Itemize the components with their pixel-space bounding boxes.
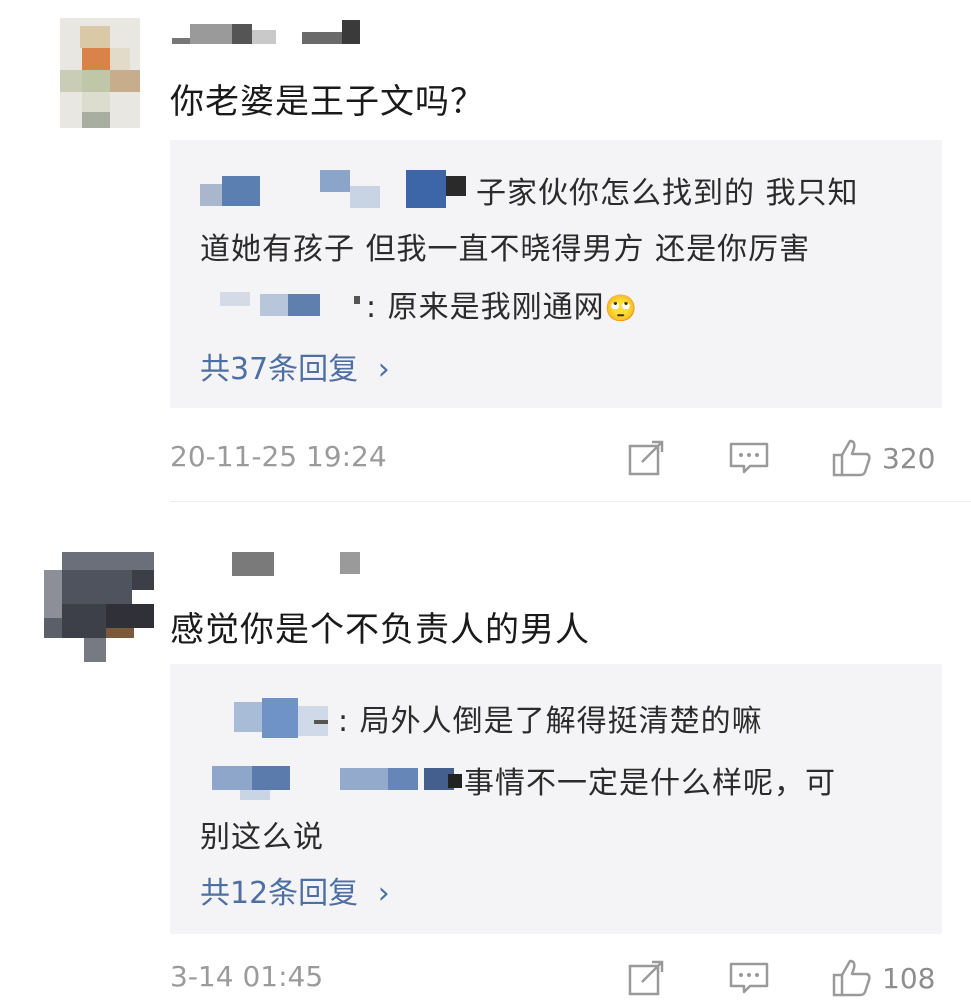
reply-username-blurred[interactable] xyxy=(220,286,370,316)
like-button[interactable]: 108 xyxy=(830,956,935,1000)
reply-count-label: 共37条回复 xyxy=(200,352,359,387)
comment-actions: 3-14 01:45 108 xyxy=(170,956,942,1000)
reply-text: : 原来是我刚通网🙄 xyxy=(366,290,639,325)
share-button[interactable] xyxy=(626,436,666,480)
share-icon xyxy=(628,960,664,996)
comment-icon xyxy=(729,442,769,474)
like-count: 108 xyxy=(882,961,936,995)
reply-username-blurred[interactable] xyxy=(212,760,464,800)
chevron-right-icon: › xyxy=(377,876,390,911)
like-count: 320 xyxy=(882,441,936,475)
username-blurred[interactable] xyxy=(232,550,372,576)
chevron-right-icon: › xyxy=(377,352,390,387)
reply-preview-box[interactable]: : 局外人倒是了解得挺清楚的嘛 事情不一定是什么样呢，可 别这么说 共12条回复… xyxy=(170,664,942,934)
reply-text: 事情不一定是什么样呢，可 xyxy=(464,766,836,801)
comment-button[interactable] xyxy=(728,436,770,480)
comment-icon xyxy=(729,962,769,994)
reply-text-continued: 别这么说 xyxy=(200,820,324,855)
reply-text: 子家伙你怎么找到的 我只知 xyxy=(476,176,859,211)
reply-username-blurred[interactable] xyxy=(234,696,344,744)
reply-preview-box[interactable]: 子家伙你怎么找到的 我只知 道她有孩子 但我一直不晓得男方 还是你厉害 : 原来… xyxy=(170,140,942,408)
like-thumb-icon xyxy=(832,439,871,477)
like-thumb-icon xyxy=(832,959,871,997)
share-button[interactable] xyxy=(626,956,666,1000)
avatar[interactable] xyxy=(44,552,154,662)
timestamp: 3-14 01:45 xyxy=(170,960,324,993)
rolling-eyes-emoji: 🙄 xyxy=(604,294,639,324)
reply-text-content: 原来是我刚通网 xyxy=(387,290,605,325)
reply-text-continued: 道她有孩子 但我一直不晓得男方 还是你厉害 xyxy=(200,232,811,267)
reply-text-content: 局外人倒是了解得挺清楚的嘛 xyxy=(359,704,763,739)
username-blurred[interactable] xyxy=(172,20,382,46)
timestamp: 20-11-25 19:24 xyxy=(170,440,387,473)
comment-button[interactable] xyxy=(728,956,770,1000)
reply-text: : 局外人倒是了解得挺清楚的嘛 xyxy=(338,704,763,739)
view-all-replies-link[interactable]: 共12条回复 › xyxy=(200,868,390,912)
view-all-replies-link[interactable]: 共37条回复 › xyxy=(200,344,390,388)
reply-count-label: 共12条回复 xyxy=(200,876,359,911)
avatar[interactable] xyxy=(60,18,140,128)
comment-item: 感觉你是个不负责人的男人 : 局外人倒是了解得挺清楚的嘛 事情不一定是什么样呢，… xyxy=(0,500,971,1000)
comment-text: 你老婆是王子文吗？ xyxy=(170,82,485,122)
comment-text: 感觉你是个不负责人的男人 xyxy=(170,610,590,650)
share-icon xyxy=(628,440,664,476)
comment-item: 你老婆是王子文吗？ 子家伙你怎么找到的 我只知 道她有孩子 但我一直不晓得男方 … xyxy=(0,0,971,500)
reply-username-blurred[interactable] xyxy=(200,170,470,208)
comment-actions: 20-11-25 19:24 320 xyxy=(170,436,942,480)
like-button[interactable]: 320 xyxy=(830,436,935,480)
